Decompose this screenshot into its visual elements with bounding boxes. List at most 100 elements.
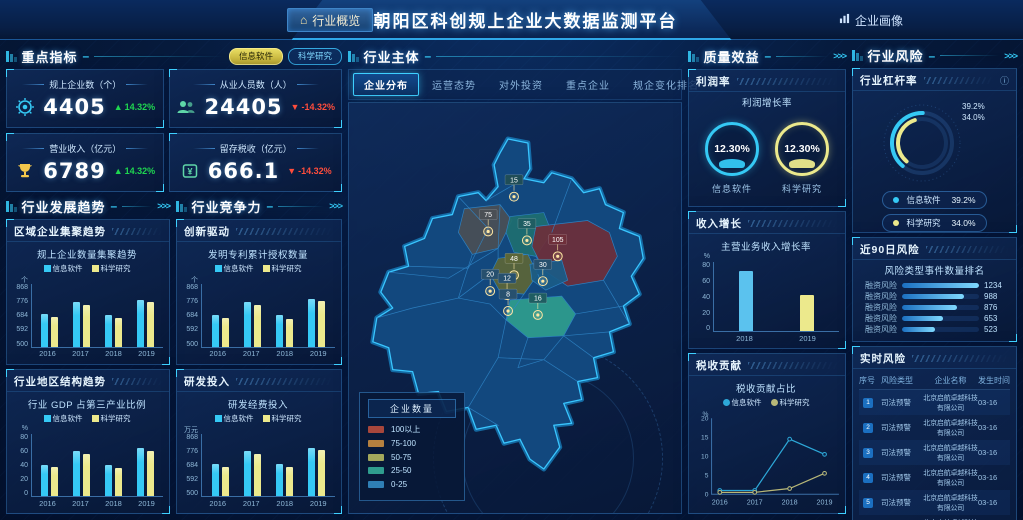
risk-rank-bars: 融资风险1234融资风险988融资风险876融资风险653融资风险523	[853, 278, 1016, 341]
row-seq-badge: 4	[863, 473, 873, 483]
card-rnd: 研发投入 研发经费投入信息软件科学研究万元8687766845925002016…	[176, 369, 342, 515]
bar-group	[276, 284, 293, 347]
chart-gdp-share: 行业 GDP 占第三产业比例信息软件科学研究%80604020020162017…	[7, 392, 169, 514]
metric-card: 规上企业数（个）4405▲14.32%	[6, 69, 164, 128]
top-header: 朝阳区科创规上企业大数据监测平台 ⌂ 行业概览 企业画像	[0, 0, 1023, 40]
bar	[41, 465, 48, 496]
dashboard: 朝阳区科创规上企业大数据监测平台 ⌂ 行业概览 企业画像 重点指标 – 信息软件…	[0, 0, 1023, 520]
risk-rank-row: 融资风险988	[861, 291, 1008, 302]
metric-delta: ▼-14.32%	[291, 102, 335, 112]
bar	[286, 467, 293, 496]
risk-rank-row: 融资风险1234	[861, 280, 1008, 291]
bar-group	[244, 434, 261, 497]
people-icon	[176, 97, 196, 117]
svg-text:2018: 2018	[782, 498, 798, 507]
section-title: 行业杠杆率	[860, 73, 918, 88]
svg-text:¥: ¥	[187, 167, 192, 177]
bar-group	[137, 284, 154, 347]
bar	[115, 468, 122, 496]
card-risk-90d: 近90日风险 风险类型事件数量排名 融资风险1234融资风险988融资风险876…	[852, 237, 1017, 342]
metric-label: 从业人员数（人）	[176, 78, 335, 91]
svg-text:2019: 2019	[817, 498, 833, 507]
bar-group	[73, 434, 90, 497]
metric-value: 4405	[43, 95, 105, 119]
bar-group	[105, 284, 122, 347]
tab-重点企业[interactable]: 重点企业	[556, 74, 620, 95]
svg-text:16: 16	[534, 296, 542, 303]
gauge-chart-title: 利润增长率	[689, 95, 845, 109]
bar-group	[244, 284, 261, 347]
metric-label: 规上企业数（个）	[13, 78, 157, 91]
filter-tag-info-software[interactable]: 信息软件	[229, 48, 283, 65]
filter-tag-science-research[interactable]: 科学研究	[288, 48, 342, 65]
panel-title: 重点指标	[22, 47, 78, 66]
section-title: 行业地区结构趋势	[14, 374, 106, 389]
legend-item: 信息软件	[44, 263, 83, 274]
svg-text:30: 30	[539, 262, 547, 269]
card-region-agglomeration: 区域企业集聚趋势 规上企业数量集聚趋势信息软件科学研究个868776684592…	[6, 219, 170, 365]
nav-enterprise-portrait[interactable]: 企业画像	[827, 8, 915, 32]
more-button[interactable]: >>>	[1004, 51, 1017, 61]
risk-rank-row: 融资风险653	[861, 313, 1008, 324]
table-header: 序号风险类型企业名称发生时间	[859, 372, 1010, 390]
more-button[interactable]: >>>	[329, 201, 342, 211]
section-title: 创新驱动	[184, 224, 230, 239]
svg-text:2016: 2016	[712, 498, 728, 507]
metric-delta: ▲14.32%	[114, 166, 155, 176]
bar	[115, 318, 122, 347]
row-seq-badge: 1	[863, 398, 873, 408]
bar-group	[137, 434, 154, 497]
table-row: 2司法预警北京启航卓越科技有限公司03-16	[859, 415, 1010, 440]
panel-competitiveness: 行业竞争力 – >>> 创新驱动 发明专利累计授权数量信息软件科学研究个8687…	[176, 196, 342, 514]
nav-industry-overview[interactable]: ⌂ 行业概览	[287, 8, 373, 32]
arrow-up-icon: ▲	[114, 102, 123, 112]
panel-industry-trend: 行业发展趋势 – >>> 区域企业集聚趋势 规上企业数量集聚趋势信息软件科学研究…	[6, 196, 170, 514]
page-title: 朝阳区科创规上企业大数据监测平台	[374, 7, 678, 32]
tab-对外投资[interactable]: 对外投资	[489, 74, 553, 95]
section-title: 利润率	[696, 74, 731, 89]
panel-header-icon	[6, 51, 17, 62]
leverage-legend-item: 科学研究34.0%	[882, 214, 986, 232]
gauge-label: 信息软件	[712, 182, 752, 195]
more-button[interactable]: >>>	[833, 51, 846, 61]
tab-企业分布[interactable]: 企业分布	[353, 73, 419, 96]
bar-group	[276, 434, 293, 497]
tab-运营态势[interactable]: 运营态势	[422, 74, 486, 95]
bar-group	[41, 284, 58, 347]
card-profit-rate: 利润率 利润增长率 12.30%信息软件12.30%科学研究	[688, 69, 846, 207]
bar	[318, 450, 325, 496]
svg-text:48: 48	[510, 256, 518, 263]
gauge-label: 科学研究	[782, 182, 822, 195]
map-legend: 企业数量 100以上75-10050-7525-500-25	[359, 392, 465, 502]
svg-text:0: 0	[705, 492, 709, 499]
risk-rank-row: 融资风险523	[861, 324, 1008, 335]
district-map: 15753510548302012816 企业数量 100以上75-10050-…	[348, 102, 682, 514]
more-button[interactable]: >>>	[157, 201, 170, 211]
bar-group	[73, 284, 90, 347]
profit-gauges: 12.30%信息软件12.30%科学研究	[689, 110, 845, 206]
chart-enterprise-agglomeration: 规上企业数量集聚趋势信息软件科学研究个868776684592500201620…	[7, 242, 169, 364]
hbar-chart-title: 风险类型事件数量排名	[853, 263, 1016, 277]
panel-header-icon	[348, 51, 359, 62]
arrow-down-icon: ▼	[291, 102, 300, 112]
trophy-icon	[15, 161, 35, 181]
card-innovation: 创新驱动 发明专利累计授权数量信息软件科学研究个8687766845925002…	[176, 219, 342, 365]
svg-text:35: 35	[523, 221, 531, 228]
bar	[73, 302, 80, 346]
arrow-up-icon: ▲	[114, 166, 123, 176]
panel-industry-risk: 行业风险 – >>> 行业杠杆率 ⓘ 39.2%34.0%信息软件39.2%科学…	[852, 46, 1017, 514]
metric-card: 从业人员数（人）24405▼-14.32%	[169, 69, 342, 128]
bar	[105, 465, 112, 496]
metric-label: 营业收入（亿元）	[13, 142, 157, 155]
info-icon[interactable]: ⓘ	[1000, 74, 1009, 87]
bar	[286, 319, 293, 347]
bar	[137, 448, 144, 496]
bar	[137, 300, 144, 347]
risk-rank-row: 融资风险876	[861, 302, 1008, 313]
table-row: 6司法预警北京启航卓越科技有限公司03-16	[859, 515, 1010, 520]
bar	[318, 301, 325, 346]
map-legend-title: 企业数量	[368, 399, 456, 418]
svg-text:%: %	[703, 412, 709, 419]
bar	[51, 317, 58, 346]
table-row: 4司法预警北京启航卓越科技有限公司03-16	[859, 465, 1010, 490]
